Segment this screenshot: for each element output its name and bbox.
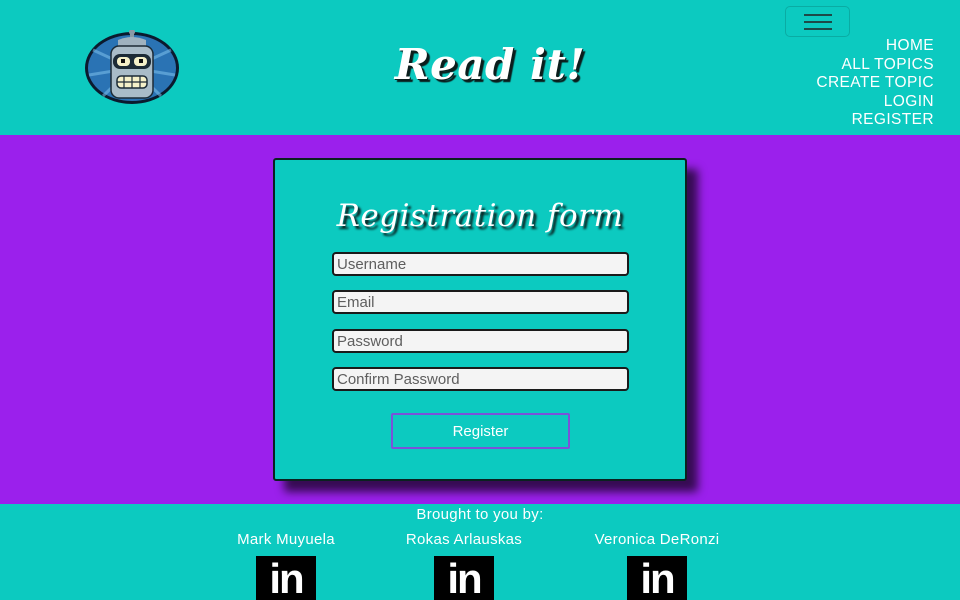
hamburger-line	[803, 20, 832, 23]
nav-register[interactable]: REGISTER	[852, 111, 934, 130]
linkedin-icon[interactable]: in	[434, 556, 494, 600]
linkedin-icon-text: in	[640, 556, 675, 600]
robot-avatar-icon[interactable]	[83, 29, 181, 105]
username-field[interactable]	[332, 252, 629, 276]
site-footer: Brought to you by: Mark Muyuela Rokas Ar…	[0, 504, 960, 600]
footer-title: Brought to you by:	[416, 506, 544, 523]
hamburger-menu-icon[interactable]	[785, 6, 850, 37]
hamburger-line	[803, 27, 832, 30]
credit-name[interactable]: Veronica DeRonzi	[595, 531, 720, 548]
nav-all-topics[interactable]: ALL TOPICS	[842, 56, 934, 75]
register-button[interactable]: Register	[391, 413, 570, 449]
site-header: Read it! HOME ALL TOPICS CREATE TOPIC LO…	[0, 0, 960, 135]
hamburger-line	[803, 13, 832, 16]
credit-name: Mark Muyuela	[237, 531, 335, 548]
nav-create-topic[interactable]: CREATE TOPIC	[816, 74, 934, 93]
nav-login[interactable]: LOGIN	[884, 93, 934, 112]
nav-home[interactable]: HOME	[886, 37, 934, 56]
registration-card: Registration form Register	[273, 158, 687, 481]
linkedin-icon-text: in	[447, 556, 482, 600]
linkedin-icon[interactable]: in	[256, 556, 316, 600]
credit-name: Rokas Arlauskas	[405, 531, 523, 548]
linkedin-icon-text: in	[269, 556, 304, 600]
confirm-password-field[interactable]	[332, 367, 629, 391]
form-title: Registration form	[336, 198, 624, 234]
site-brand[interactable]: Read it!	[380, 40, 600, 100]
email-field[interactable]	[332, 290, 629, 314]
password-field[interactable]	[332, 329, 629, 353]
main-nav: HOME ALL TOPICS CREATE TOPIC LOGIN REGIS…	[816, 37, 934, 130]
linkedin-icon[interactable]: in	[627, 556, 687, 600]
